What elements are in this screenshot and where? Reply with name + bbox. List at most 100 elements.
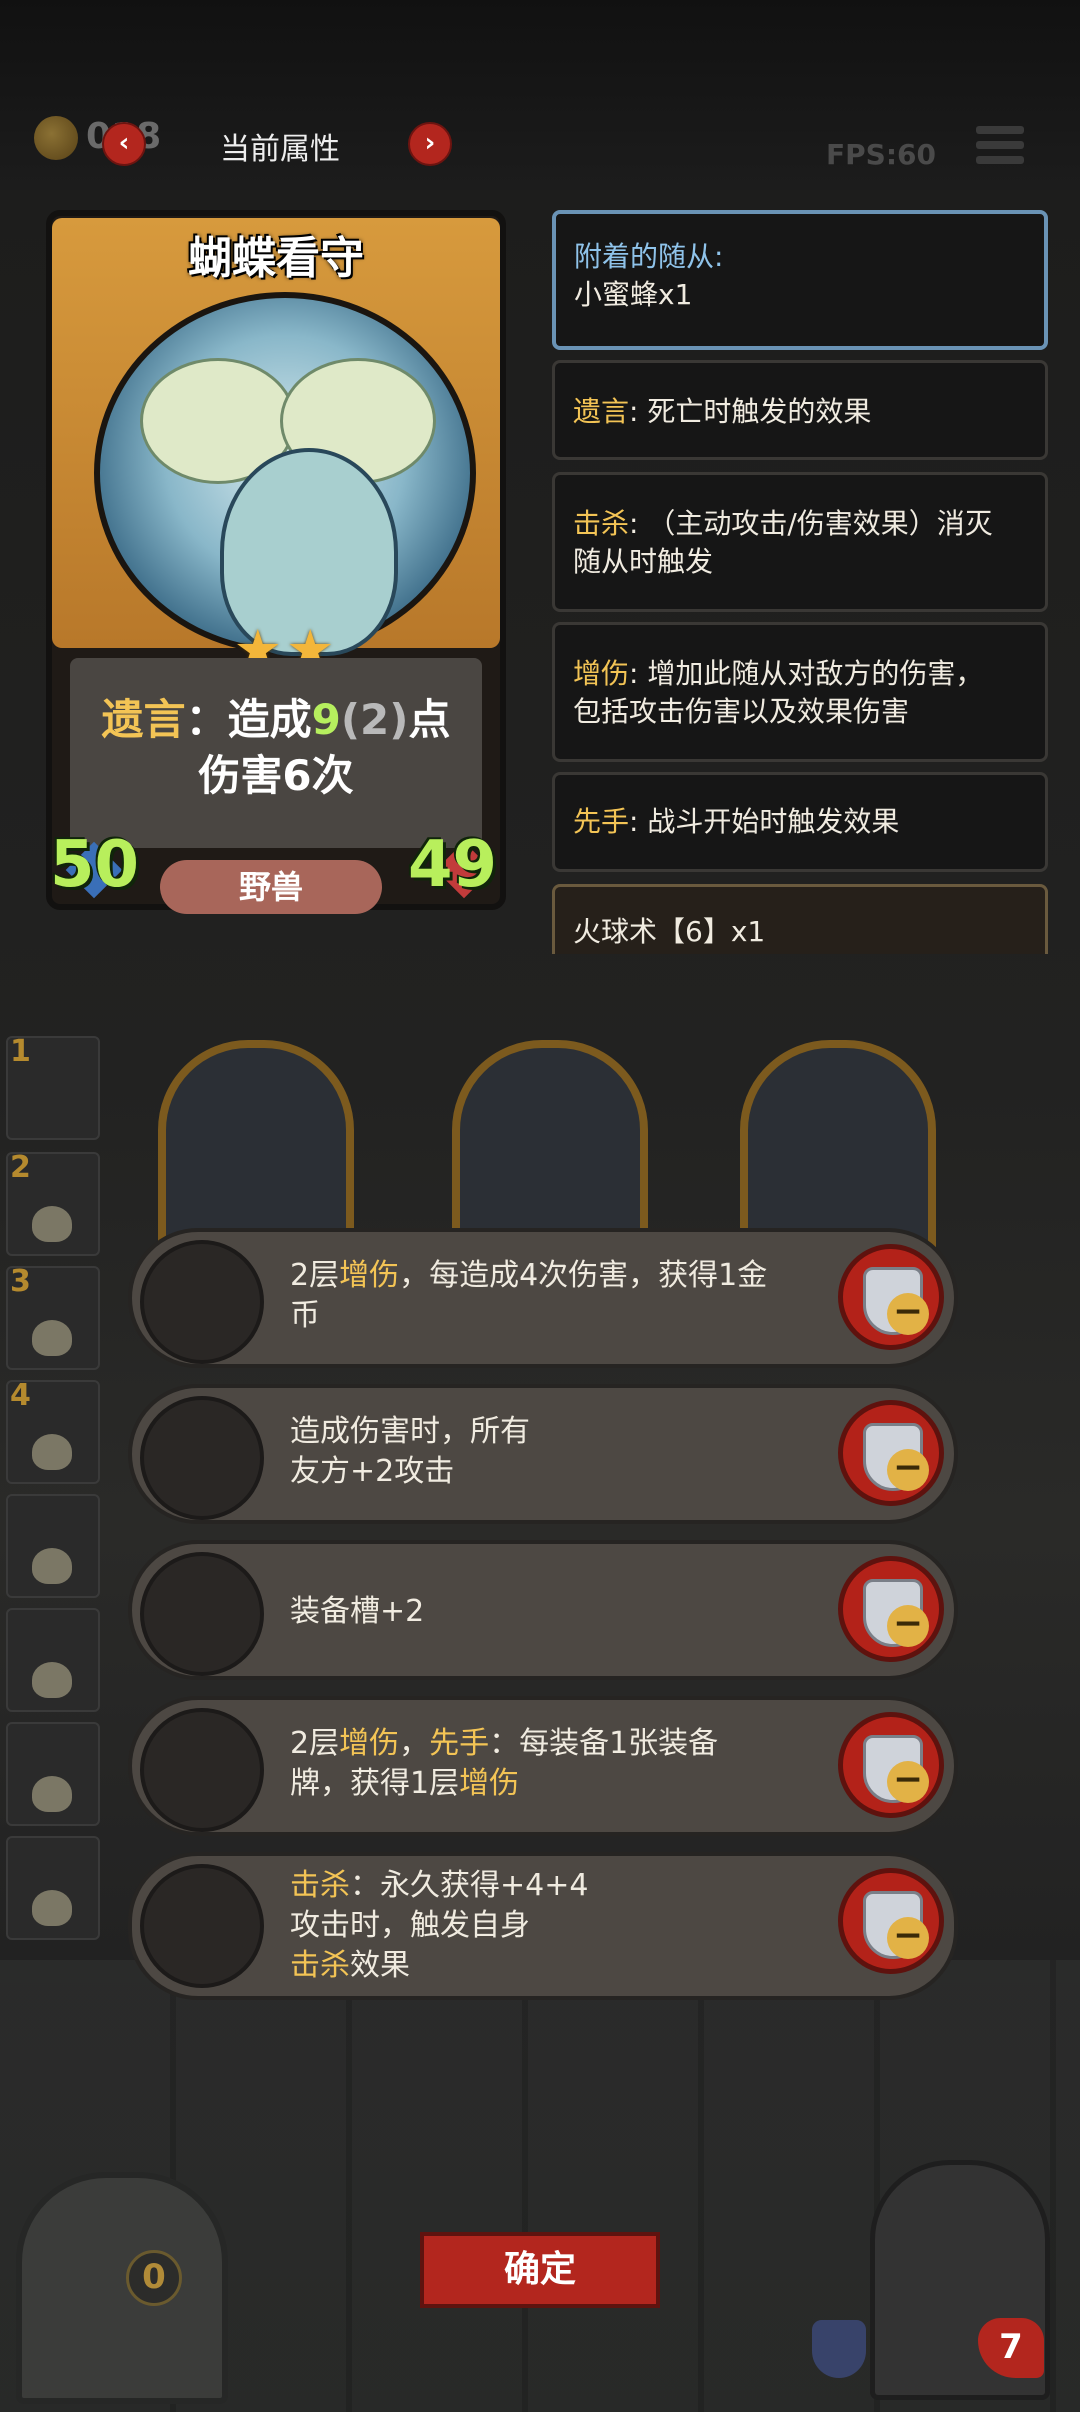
skull-icon — [32, 1776, 72, 1812]
attached-value: 小蜜蜂x1 — [574, 278, 693, 311]
ability-text-pre: ：造成 — [185, 695, 312, 744]
skull-icon — [32, 1548, 72, 1584]
confirm-button[interactable]: 确定 — [420, 2232, 660, 2308]
minus-icon: − — [887, 1605, 929, 1647]
cauldron-icon — [140, 1708, 264, 1832]
health-value: 49 — [408, 828, 498, 902]
skull-icon — [32, 1320, 72, 1356]
boost-desc-2: 包括攻击伤害以及效果伤害 — [573, 695, 910, 728]
spell-panel: 火球术【6】x1 — [552, 884, 1048, 954]
first-strike-desc: : 战斗开始时触发效果 — [629, 805, 900, 838]
top-bar: 018 ‹ 当前属性 › FPS:60 — [0, 0, 1080, 190]
page-title: 当前属性 — [220, 132, 340, 167]
deathrattle-desc: : 死亡时触发的效果 — [629, 395, 872, 428]
buff-text-part: 牌，获得1层 — [290, 1766, 460, 1801]
keyword-kill: 击杀 — [290, 1948, 350, 1983]
slot-number: 3 — [10, 1264, 31, 1299]
buff-text-part: ， — [399, 1726, 430, 1761]
boost-damage-panel: 增伤: 增加此随从对敌方的伤害， 包括攻击伤害以及效果伤害 — [552, 622, 1048, 762]
damage-value: 9 — [311, 695, 341, 744]
buff-text-part: ：每装备1张装备 — [489, 1726, 719, 1761]
buff-text: 2层增伤，先手：每装备1张装备 牌，获得1层增伤 — [290, 1724, 810, 1804]
deathrattle-panel: 遗言: 死亡时触发的效果 — [552, 360, 1048, 460]
kill-desc-2: 随从时触发 — [573, 545, 714, 578]
hero-shield-icon — [812, 2320, 866, 2378]
scythe-icon — [140, 1864, 264, 1988]
damage-base-value: (2) — [340, 695, 409, 744]
ability-text-line2: 伤害6次 — [198, 751, 354, 800]
buff-text-part: ，每造成4次伤害，获得1金 — [399, 1258, 768, 1293]
keyword-boost: 增伤 — [339, 1726, 400, 1761]
card-art — [94, 292, 476, 656]
buff-text-part: 2层 — [290, 1258, 340, 1293]
unit-card: 蝴蝶看守 ★★ 遗言：造成9(2)点 伤害6次 50 野兽 49 — [36, 210, 516, 914]
keyword-kill: 击杀 — [290, 1868, 350, 1903]
team-slot-6[interactable] — [6, 1608, 100, 1712]
team-slot-3[interactable]: 3 — [6, 1264, 100, 1370]
skull-icon — [32, 1890, 72, 1926]
buff-text-line2: 友方+2攻击 — [290, 1454, 455, 1489]
remove-buff-button[interactable]: − — [838, 1400, 944, 1506]
flaming-axe-icon — [140, 1396, 264, 1520]
slot-number: 4 — [10, 1378, 31, 1413]
tribe-label: 野兽 — [160, 860, 382, 914]
minus-icon: − — [887, 1449, 929, 1491]
buff-row-1: 2层增伤，每造成4次伤害，获得1金 币 − — [128, 1228, 958, 1368]
keyword-boost: 增伤 — [459, 1766, 520, 1801]
buff-text-part: ：永久获得+4+4 — [350, 1868, 589, 1903]
buff-text-part: 效果 — [350, 1948, 410, 1983]
team-slot-2[interactable]: 2 — [6, 1150, 100, 1256]
buff-row-2: 造成伤害时，所有 友方+2攻击 − — [128, 1384, 958, 1524]
boost-desc-1: : 增加此随从对敌方的伤害， — [629, 657, 984, 690]
keyword-first-strike: 先手 — [573, 805, 630, 838]
ability-text-post: 点 — [408, 695, 451, 744]
keyword-deathrattle: 遗言 — [101, 695, 186, 744]
minus-icon: − — [887, 1761, 929, 1803]
remove-buff-button[interactable]: − — [838, 1556, 944, 1662]
skull-icon — [32, 1206, 72, 1242]
buff-text-part: 2层 — [290, 1726, 340, 1761]
keyword-first-strike: 先手 — [429, 1726, 490, 1761]
buff-text: 造成伤害时，所有 友方+2攻击 — [290, 1412, 810, 1492]
robot-gold-icon — [140, 1240, 264, 1364]
slot-number: 1 — [10, 1034, 31, 1069]
minus-icon: − — [887, 1293, 929, 1335]
card-name: 蝴蝶看守 — [188, 233, 364, 284]
kill-desc-1: : （主动攻击/伤害效果）消灭 — [629, 507, 993, 540]
buff-text: 装备槽+2 — [290, 1592, 810, 1632]
buff-text: 击杀：永久获得+4+4 攻击时，触发自身 击杀效果 — [290, 1866, 810, 1986]
minus-icon: − — [887, 1917, 929, 1959]
first-strike-panel: 先手: 战斗开始时触发效果 — [552, 772, 1048, 872]
keyword-kill: 击杀 — [573, 507, 630, 540]
card-ability-text: 遗言：造成9(2)点 伤害6次 — [76, 692, 476, 804]
coin-icon — [34, 116, 78, 160]
slot-number: 2 — [10, 1150, 31, 1185]
buff-text-line2: 币 — [290, 1298, 320, 1333]
remove-buff-button[interactable]: − — [838, 1244, 944, 1350]
shop-door-icon[interactable] — [16, 2172, 228, 2404]
menu-icon[interactable] — [976, 126, 1024, 170]
next-page-button[interactable]: › — [408, 122, 452, 166]
team-slot-5[interactable] — [6, 1494, 100, 1598]
team-slot-4[interactable]: 4 — [6, 1378, 100, 1484]
buff-row-5: 击杀：永久获得+4+4 攻击时，触发自身 击杀效果 − — [128, 1852, 958, 2000]
team-slot-1[interactable]: 1 — [6, 1034, 100, 1140]
buff-text-line2: 攻击时，触发自身 — [290, 1908, 530, 1943]
keyword-boost: 增伤 — [573, 657, 630, 690]
buff-row-3: 装备槽+2 − — [128, 1540, 958, 1680]
buff-text: 2层增伤，每造成4次伤害，获得1金 币 — [290, 1256, 810, 1336]
remove-buff-button[interactable]: − — [838, 1868, 944, 1974]
remove-buff-button[interactable]: − — [838, 1712, 944, 1818]
attached-minion-panel: 附着的随从: 小蜜蜂x1 — [552, 210, 1048, 350]
prev-page-button[interactable]: ‹ — [102, 122, 146, 166]
attached-label: 附着的随从: — [574, 240, 724, 273]
keyword-deathrattle: 遗言 — [573, 395, 630, 428]
keyword-boost: 增伤 — [339, 1258, 400, 1293]
buff-row-4: 2层增伤，先手：每装备1张装备 牌，获得1层增伤 − — [128, 1696, 958, 1836]
attack-value: 50 — [50, 828, 140, 902]
team-slot-8[interactable] — [6, 1836, 100, 1940]
pig-icon — [140, 1552, 264, 1676]
team-slot-7[interactable] — [6, 1722, 100, 1826]
spell-text: 火球术【6】x1 — [573, 915, 766, 948]
buff-text-line1: 造成伤害时，所有 — [290, 1414, 530, 1449]
